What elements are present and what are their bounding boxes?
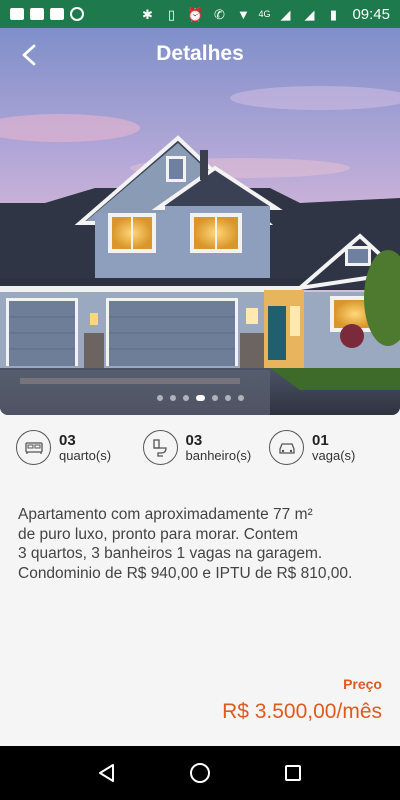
description-line: de puro luxo, pronto para morar. Contem [18, 525, 299, 543]
mail-icon [50, 8, 64, 20]
gallery-icon [10, 8, 24, 20]
property-features: 03 quarto(s) 03 banheiro(s) 01 vaga(s) [16, 430, 384, 465]
square-recents-icon [285, 765, 302, 781]
carousel-dot[interactable] [156, 395, 163, 401]
signal-icon: ◢ [280, 6, 291, 22]
app-notification-icon [70, 7, 84, 21]
carousel-dot[interactable] [169, 395, 176, 401]
vibrate-icon: ▯ [167, 6, 176, 22]
system-nav-bar [0, 746, 400, 800]
carousel-dot[interactable] [237, 395, 244, 401]
signal-2-icon: ◢ [304, 6, 315, 22]
wifi-icon: ▼ [237, 6, 250, 22]
feature-value: 03 [185, 432, 203, 449]
carousel-dot[interactable] [224, 395, 231, 401]
nav-recents-button[interactable] [273, 753, 313, 793]
feature-label: banheiro(s) [185, 448, 252, 463]
network-type-label: 4G [258, 8, 271, 19]
feature-value: 03 [59, 432, 76, 449]
description-line: 3 quartos, 3 banheiros 1 vagas na garage… [18, 545, 323, 562]
bed-icon [16, 430, 51, 465]
carousel-dot[interactable] [182, 395, 189, 401]
description-line: Apartamento com aproximadamente 77 m² [18, 506, 313, 523]
nav-back-button[interactable] [87, 753, 127, 793]
alarm-icon: ⏰ [187, 6, 204, 22]
price-value: R$ 3.500,00/mês [222, 700, 382, 723]
battery-icon: ▮ [329, 6, 338, 22]
carousel-dot-active[interactable] [195, 395, 205, 401]
phone-icon: ✆ [213, 6, 225, 22]
toilet-icon [142, 430, 178, 465]
triangle-back-icon [98, 764, 114, 782]
house-photo [0, 28, 400, 415]
circle-home-icon [189, 763, 210, 783]
feature-parking: 01 vaga(s) [269, 430, 384, 465]
description-line: Condominio de R$ 940,00 e IPTU de R$ 810… [18, 564, 353, 582]
youtube-icon [30, 8, 44, 20]
feature-label: vaga(s) [312, 448, 356, 463]
property-photo-carousel[interactable]: Detalhes [0, 28, 400, 415]
feature-value: 01 [312, 432, 329, 449]
feature-label: quarto(s) [59, 448, 112, 463]
screen: ✱ ▯ ⏰ ✆ ▼ 4G ◢ ◢ ▮ 09:45 Detalhes 03 qua… [0, 0, 400, 800]
page-title: Detalhes [156, 42, 244, 65]
status-bar: ✱ ▯ ⏰ ✆ ▼ 4G ◢ ◢ ▮ 09:45 [0, 0, 400, 28]
nav-home-button[interactable] [180, 753, 220, 793]
carousel-indicator [0, 395, 400, 401]
bluetooth-icon: ✱ [141, 6, 153, 22]
car-icon [269, 430, 304, 465]
property-description: Apartamento com aproximadamente 77 m² de… [18, 505, 388, 583]
carousel-dot[interactable] [211, 395, 218, 401]
feature-bathrooms: 03 banheiro(s) [142, 430, 258, 465]
status-time: 09:45 [352, 5, 390, 23]
feature-bedrooms: 03 quarto(s) [16, 430, 131, 465]
price-label: Preço [343, 676, 382, 692]
